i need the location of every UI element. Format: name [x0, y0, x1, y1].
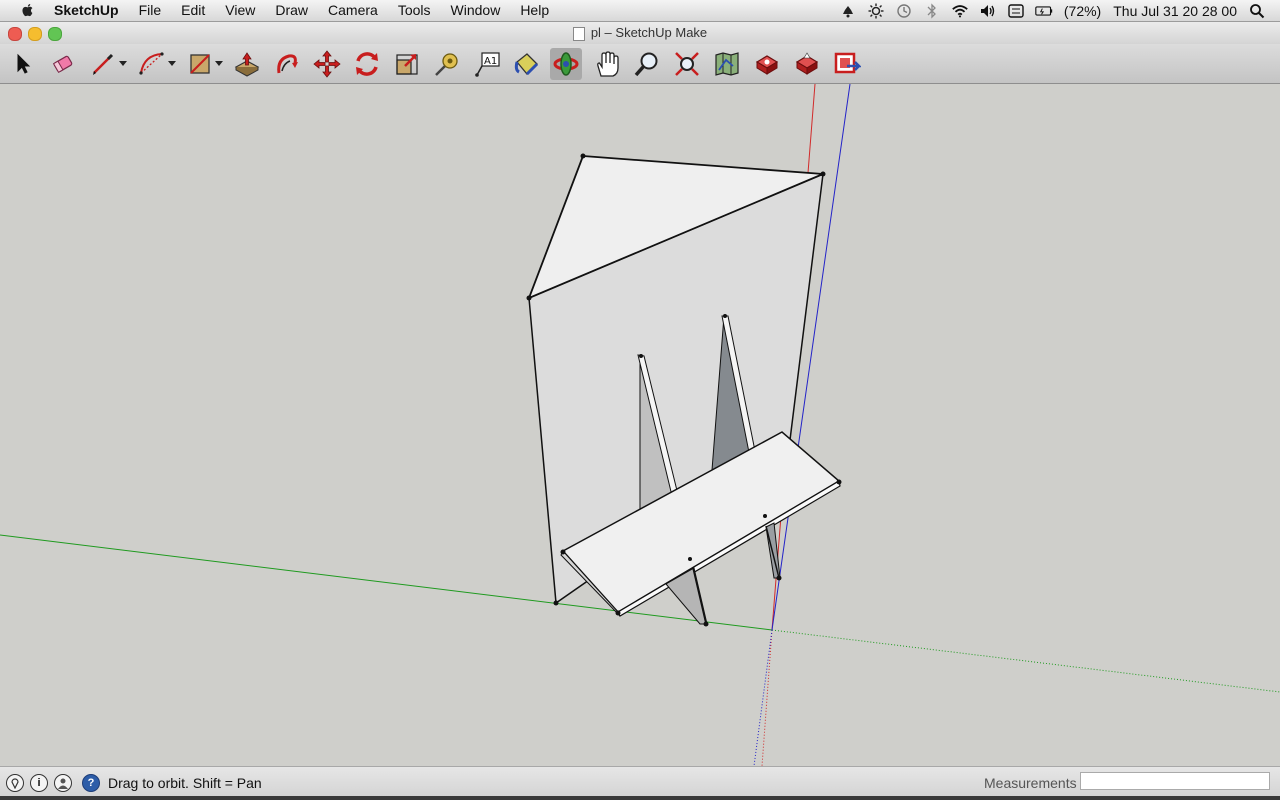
eraser-icon — [52, 55, 73, 74]
window-minimize-button[interactable] — [28, 27, 42, 41]
zoom-tool-button[interactable] — [631, 48, 663, 80]
pan-hand-icon — [597, 51, 619, 77]
push-pull-tool-button[interactable] — [231, 48, 263, 80]
brightness-icon[interactable] — [867, 3, 885, 19]
document-proxy-icon[interactable] — [572, 26, 585, 41]
warehouse-share-icon — [795, 52, 819, 75]
pan-tool-button[interactable] — [591, 48, 623, 80]
menu-app-name[interactable]: SketchUp — [54, 2, 119, 18]
pencil-icon — [93, 53, 114, 75]
help-icon[interactable]: ? — [82, 774, 100, 792]
menu-help[interactable]: Help — [520, 2, 549, 18]
share-model-button[interactable] — [791, 48, 823, 80]
arc-tool-button[interactable] — [136, 48, 168, 80]
rotate-tool-button[interactable] — [351, 48, 383, 80]
mac-menu-bar: SketchUp File Edit View Draw Camera Tool… — [0, 0, 1280, 22]
window-title-bar: pl – SketchUp Make — [0, 22, 1280, 44]
move-arrows-icon — [313, 50, 341, 78]
keyboard-input-icon[interactable] — [1007, 3, 1025, 19]
follow-me-tool-button[interactable] — [271, 48, 303, 80]
user-account-icon[interactable] — [54, 774, 72, 792]
arc-icon — [139, 52, 164, 75]
menu-view[interactable]: View — [225, 2, 255, 18]
line-tool-dropdown-arrow[interactable] — [119, 61, 127, 66]
extension-warehouse-icon — [834, 52, 861, 74]
dock-edge — [0, 796, 1280, 800]
rectangle-tool-dropdown-arrow[interactable] — [215, 61, 223, 66]
menu-camera[interactable]: Camera — [328, 2, 378, 18]
get-models-button[interactable] — [751, 48, 783, 80]
apple-icon[interactable] — [20, 2, 36, 18]
arc-tool-dropdown-arrow[interactable] — [168, 61, 176, 66]
text-tool-button[interactable]: A1 — [471, 48, 503, 80]
wifi-icon[interactable] — [951, 3, 969, 19]
select-tool-button[interactable] — [7, 48, 39, 80]
tape-measure-tool-button[interactable] — [431, 48, 463, 80]
measurements-label: Measurements — [984, 775, 1077, 791]
follow-me-icon — [277, 54, 298, 74]
menu-extras: (72%) Thu Jul 31 20 28 00 — [834, 2, 1280, 20]
status-message: Drag to orbit. Shift = Pan — [108, 775, 262, 791]
menu-edit[interactable]: Edit — [181, 2, 205, 18]
menu-draw[interactable]: Draw — [275, 2, 308, 18]
scale-tool-button[interactable] — [391, 48, 423, 80]
green-axis-dotted — [771, 629, 1280, 693]
window-title: pl – SketchUp Make — [590, 25, 708, 40]
zoom-extents-icon — [675, 52, 699, 76]
rotate-icon — [356, 52, 378, 76]
blue-axis-dotted — [753, 629, 773, 767]
time-machine-icon[interactable] — [895, 3, 913, 19]
orbit-tool-button[interactable] — [550, 48, 582, 80]
rectangle-icon — [190, 54, 210, 74]
select-arrow-icon — [17, 53, 31, 74]
menubar-clock[interactable]: Thu Jul 31 20 28 00 — [1113, 3, 1237, 19]
tape-measure-icon — [435, 53, 458, 76]
orbit-icon — [553, 52, 579, 76]
main-toolbar: A1 — [0, 44, 1280, 84]
window-close-button[interactable] — [8, 27, 22, 41]
extension-warehouse-button[interactable] — [831, 48, 863, 80]
paint-bucket-tool-button[interactable] — [511, 48, 543, 80]
map-view-icon — [715, 52, 739, 76]
move-tool-button[interactable] — [311, 48, 343, 80]
scale-icon — [396, 54, 418, 75]
push-pull-icon — [234, 52, 260, 77]
drawing-viewport[interactable] — [0, 83, 1280, 767]
zoom-extents-tool-button[interactable] — [671, 48, 703, 80]
text-label-icon: A1 — [475, 52, 500, 77]
window-zoom-button[interactable] — [48, 27, 62, 41]
magnifier-icon — [634, 52, 658, 77]
measurements-input[interactable] — [1080, 772, 1270, 790]
line-tool-button[interactable] — [87, 48, 119, 80]
warehouse-get-icon — [755, 55, 779, 75]
menu-file[interactable]: File — [139, 2, 162, 18]
rectangle-tool-button[interactable] — [184, 48, 216, 80]
menu-tools[interactable]: Tools — [398, 2, 431, 18]
battery-percentage: (72%) — [1063, 3, 1102, 19]
model-canvas[interactable] — [0, 83, 1280, 767]
eraser-tool-button[interactable] — [47, 48, 79, 80]
paint-bucket-icon — [514, 53, 539, 76]
status-bar: i ? Drag to orbit. Shift = Pan Measureme… — [0, 766, 1280, 800]
geolocation-icon[interactable] — [6, 774, 24, 792]
previous-view-button[interactable] — [711, 48, 743, 80]
svg-text:A1: A1 — [484, 56, 497, 67]
credits-info-icon[interactable]: i — [30, 774, 48, 792]
bluetooth-icon[interactable] — [923, 3, 941, 19]
menu-window[interactable]: Window — [451, 2, 501, 18]
battery-icon[interactable] — [1035, 3, 1053, 19]
volume-icon[interactable] — [979, 3, 997, 19]
menu-items: SketchUp File Edit View Draw Camera Tool… — [54, 2, 569, 18]
red-axis-dotted — [761, 629, 773, 767]
spotlight-search-icon[interactable] — [1248, 3, 1266, 19]
notification-bell-icon[interactable] — [839, 3, 857, 19]
